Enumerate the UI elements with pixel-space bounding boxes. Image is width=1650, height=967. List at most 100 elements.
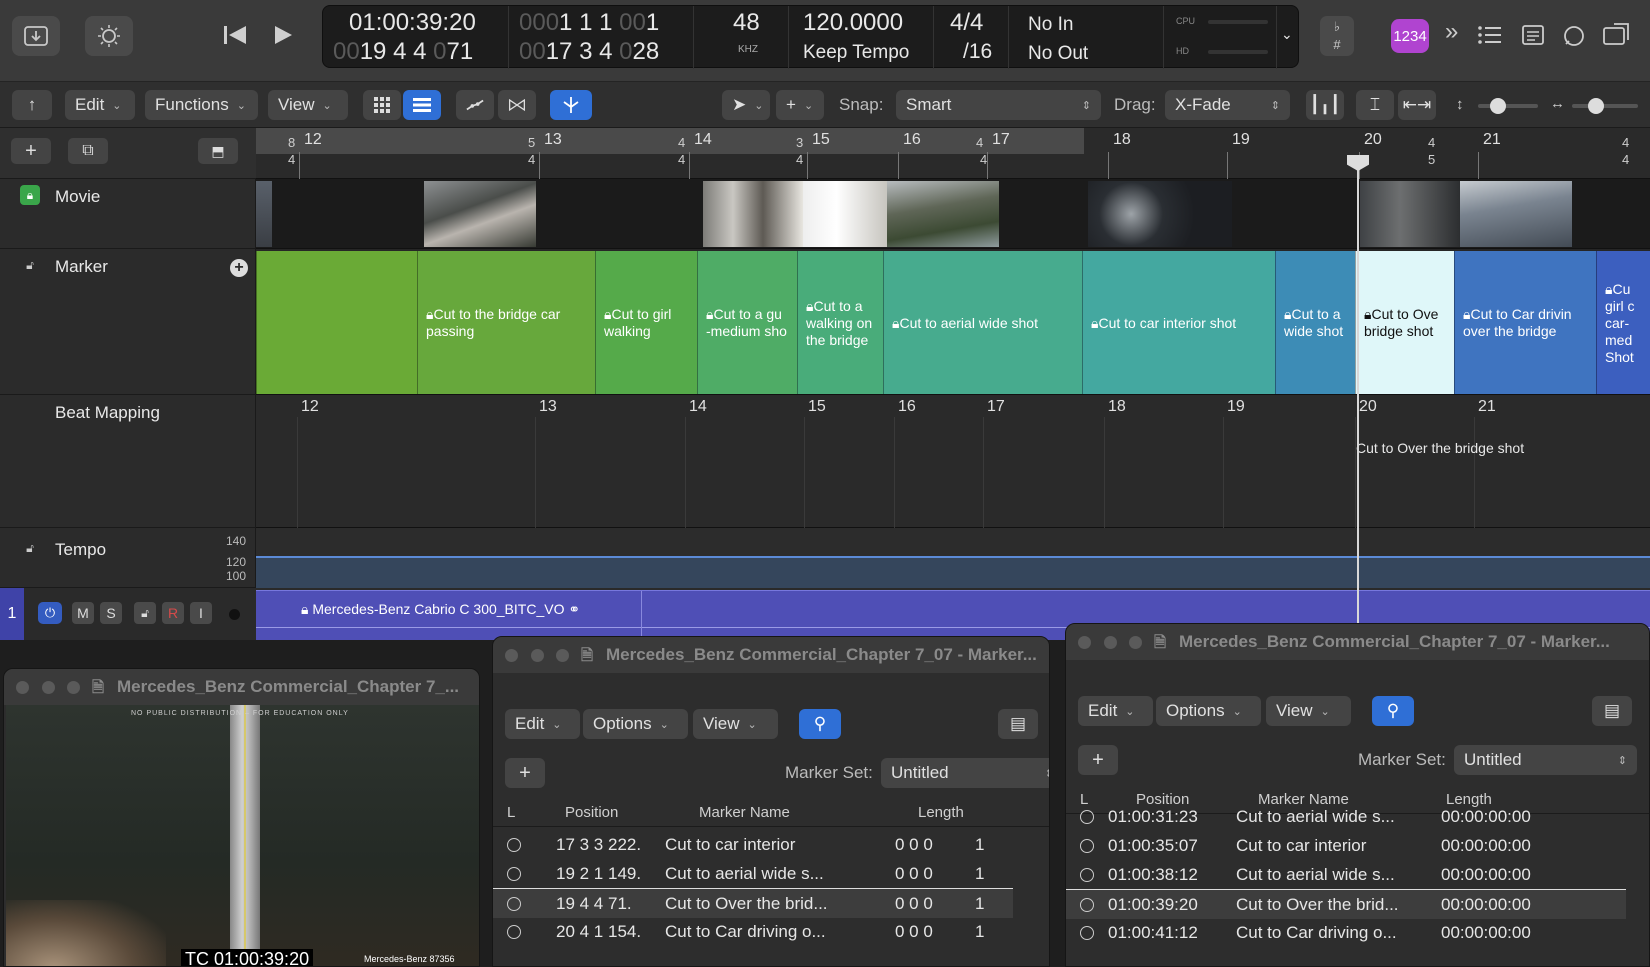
more-chevron-icon[interactable]: » (1445, 18, 1458, 46)
table-row[interactable]: 01:00:35:07 Cut to car interior 00:00:00:0… (1066, 831, 1626, 861)
marker-list-2-view-menu[interactable]: View ⌄ (1266, 696, 1351, 726)
marker-region[interactable]: 🔒︎Cut to a walking on the bridge (797, 251, 883, 394)
count-in-button[interactable]: 1234 (1391, 19, 1429, 53)
column-length[interactable]: Length (918, 804, 964, 821)
up-level-button[interactable]: ↑ (12, 90, 52, 120)
unlock-icon[interactable]: 🔓︎ (134, 602, 156, 624)
marker-list-2-edit-menu[interactable]: Edit ⌄ (1078, 696, 1153, 726)
flex-button[interactable] (498, 90, 536, 120)
marker-length-tick[interactable]: 1 (975, 864, 984, 884)
marker-name[interactable]: Cut to aerial wide s... (1236, 807, 1395, 827)
tempo-track-header[interactable]: 🔓︎ Tempo 140 120 100 (0, 528, 256, 588)
marker-region[interactable]: 🔒︎Cu girl c car- med Shot (1596, 251, 1650, 394)
vertical-zoom-button[interactable]: ⌶ (1356, 90, 1394, 120)
marker-position[interactable]: 19 2 1 149. (556, 864, 641, 884)
lcd-display[interactable]: 01:00:39:20 0019 4 4 071 0001 1 1 001 00… (322, 5, 1299, 69)
minimize-button[interactable] (42, 681, 55, 694)
list-editors-button[interactable] (1477, 24, 1503, 51)
mute-button[interactable]: M (72, 602, 94, 624)
marker-list-2-catch-button[interactable]: ⚲ (1372, 696, 1414, 726)
horizontal-zoom-slider[interactable] (1572, 98, 1638, 114)
view-menu[interactable]: View ⌄ (268, 90, 348, 120)
edit-menu[interactable]: Edit ⌄ (65, 90, 135, 120)
global-tracks-button[interactable]: ⬒ (198, 138, 238, 164)
solo-button[interactable]: S (100, 602, 122, 624)
functions-menu[interactable]: Functions ⌄ (145, 90, 258, 120)
marker-track-lane[interactable]: 🔒︎Cut to the bridge car passing 🔒︎Cut to … (256, 249, 1650, 395)
pointer-tool-menu[interactable]: ➤ ⌄ (722, 90, 770, 120)
duplicate-track-button[interactable]: ⧉ (68, 138, 108, 164)
marker-list-window-2[interactable]: 🗎 Mercedes_Benz Commercial_Chapter 7_07 … (1065, 623, 1650, 967)
movie-window-titlebar[interactable]: 🗎 Mercedes_Benz Commercial_Chapter 7_... (4, 669, 479, 705)
marker-region[interactable]: 🔒︎Cut to girl walking (595, 251, 697, 394)
secondary-tool-menu[interactable]: + ⌄ (776, 90, 824, 120)
marker-name[interactable]: Cut to Car driving o... (1236, 923, 1397, 943)
movie-track-lane[interactable] (256, 179, 1650, 249)
marker-position[interactable]: 01:00:31:23 (1108, 807, 1198, 827)
add-marker-icon[interactable]: + (230, 259, 248, 277)
drag-select[interactable]: X-Fade ⇕ (1165, 90, 1290, 120)
vertical-zoom-slider[interactable] (1478, 98, 1538, 114)
minimize-button[interactable] (531, 649, 544, 662)
marker-set-select[interactable]: Untitled ⇕ (881, 758, 1049, 788)
marker-list-1-titlebar[interactable]: 🗎 Mercedes_Benz Commercial_Chapter 7_07 … (493, 637, 1049, 673)
marker-length[interactable]: 00:00:00:00 (1441, 895, 1531, 915)
marker-list-1-options-menu[interactable]: Options ⌄ (583, 709, 688, 739)
marker-list-window-1[interactable]: 🗎 Mercedes_Benz Commercial_Chapter 7_07 … (492, 636, 1050, 967)
bar-ruler[interactable]: 12 13 14 15 16 17 18 19 20 21 8 4 5 4 4 4 3 4 4 4 4 5 4 4 (256, 128, 1650, 179)
table-row[interactable]: 01:00:31:23 Cut to aerial wide s... 00:00:… (1066, 802, 1626, 832)
marker-name[interactable]: Cut to aerial wide s... (665, 864, 824, 884)
marker-region[interactable]: 🔒︎Cut to a wide shot (1275, 251, 1355, 394)
column-marker-name[interactable]: Marker Name (699, 804, 790, 821)
marker-length[interactable]: 00:00:00:00 (1441, 923, 1531, 943)
table-row[interactable]: 19 2 1 149. Cut to aerial wide s... 0 0 0 1 (493, 859, 1013, 889)
marker-length-tick[interactable]: 1 (975, 922, 984, 942)
marker-length[interactable]: 00:00:00:00 (1441, 807, 1531, 827)
unlock-icon[interactable]: 🔓︎ (20, 255, 40, 275)
marker-name[interactable]: Cut to aerial wide s... (1236, 865, 1395, 885)
cycle-area[interactable] (256, 128, 1084, 154)
waveform-zoom-button[interactable]: ┃╻┃ (1306, 90, 1344, 120)
marker-list-1-view-menu[interactable]: View ⌄ (693, 709, 778, 739)
notepad-button[interactable] (1521, 24, 1545, 51)
marker-length[interactable]: 0 0 0 (895, 835, 933, 855)
unlock-icon[interactable]: 🔓︎ (20, 538, 40, 558)
table-row[interactable]: 01:00:41:12 Cut to Car driving o... 00:00:… (1066, 918, 1626, 948)
marker-position[interactable]: 01:00:35:07 (1108, 836, 1198, 856)
horizontal-zoom-button[interactable]: ⇤⇥ (1398, 90, 1436, 120)
marker-list-2-add-button[interactable]: + (1078, 745, 1118, 775)
key-display[interactable]: ♭ # (1320, 16, 1354, 56)
beat-mapping-lane[interactable]: 12 13 14 15 16 17 18 19 20 21 Cut to Over the bri… (256, 395, 1650, 528)
list-view-button[interactable] (403, 90, 441, 120)
marker-region[interactable]: 🔒︎Cut to a gu -medium sho (697, 251, 797, 394)
marker-name[interactable]: Cut to car interior (1236, 836, 1366, 856)
catch-button[interactable] (550, 90, 592, 120)
marker-position[interactable]: 17 3 3 222. (556, 835, 641, 855)
zoom-button[interactable] (556, 649, 569, 662)
marker-position[interactable]: 01:00:39:20 (1108, 895, 1198, 915)
marker-region[interactable]: 🔒︎Cut to aerial wide shot (883, 251, 1082, 394)
marker-position[interactable]: 19 4 4 71. (556, 894, 632, 914)
zoom-button[interactable] (1129, 636, 1142, 649)
marker-region[interactable] (256, 251, 417, 394)
marker-region[interactable]: 🔒︎Cut to the bridge car passing (417, 251, 595, 394)
automation-button[interactable] (456, 90, 494, 120)
marker-region[interactable]: 🔒︎Cut to Ove bridge shot (1355, 251, 1454, 394)
movie-track-header[interactable]: 🔒︎ Movie (0, 179, 256, 249)
marker-name[interactable]: Cut to car interior (665, 835, 795, 855)
beat-mapping-track-header[interactable]: Beat Mapping (0, 395, 256, 528)
movie-window[interactable]: 🗎 Mercedes_Benz Commercial_Chapter 7_...… (3, 668, 480, 967)
marker-name[interactable]: Cut to Over the brid... (1236, 895, 1399, 915)
marker-list-2-text-button[interactable]: ▤ (1592, 696, 1632, 726)
tempo-line[interactable] (256, 556, 1650, 558)
close-button[interactable] (16, 681, 29, 694)
marker-length[interactable]: 0 0 0 (895, 894, 933, 914)
marker-length-tick[interactable]: 1 (975, 894, 984, 914)
column-l[interactable]: L (507, 804, 515, 821)
marker-set-select[interactable]: Untitled ⇕ (1454, 745, 1637, 775)
close-button[interactable] (505, 649, 518, 662)
grid-view-button[interactable] (363, 90, 401, 120)
slider-thumb[interactable] (1588, 98, 1604, 114)
add-track-button[interactable]: + (11, 138, 51, 164)
marker-region[interactable]: 🔒︎Cut to car interior shot (1082, 251, 1275, 394)
